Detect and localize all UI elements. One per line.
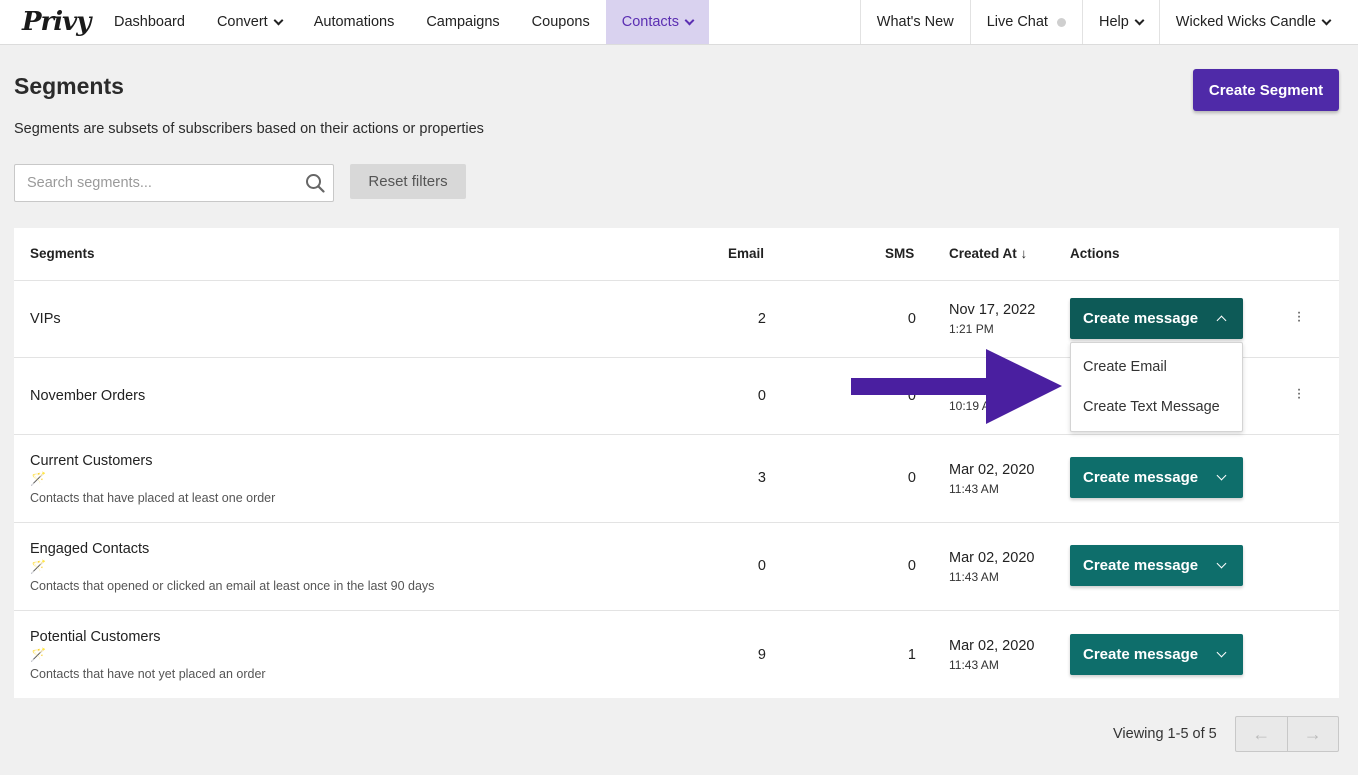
- create-message-button[interactable]: Create message: [1070, 457, 1243, 498]
- segment-description: Contacts that opened or clicked an email…: [30, 579, 435, 593]
- email-count: 9: [757, 647, 766, 663]
- search-input[interactable]: [15, 165, 285, 201]
- email-count: 0: [757, 558, 766, 574]
- magic-wand-icon: 🪄: [30, 471, 47, 486]
- created-date: Mar 02, 2020: [949, 550, 1035, 566]
- created-date: Mar 02, 2020: [949, 462, 1035, 478]
- create-message-label: Create message: [1083, 557, 1199, 574]
- chevron-down-icon: [1134, 15, 1145, 25]
- segment-name[interactable]: Potential Customers: [30, 629, 161, 645]
- segment-name[interactable]: Engaged Contacts: [30, 541, 149, 557]
- chevron-down-icon: [1216, 470, 1227, 481]
- segment-name[interactable]: VIPs: [30, 311, 61, 327]
- page-title: Segments: [14, 73, 124, 99]
- sms-count: 0: [907, 470, 916, 486]
- column-header-actions: Actions: [1070, 246, 1120, 261]
- magic-wand-icon: 🪄: [30, 647, 47, 662]
- arrow-left-icon: ←: [1252, 723, 1271, 744]
- nav-convert[interactable]: Convert: [201, 0, 298, 44]
- pagination-summary: Viewing 1-5 of 5: [1113, 726, 1217, 742]
- magic-wand-icon: 🪄: [30, 559, 47, 574]
- nav-convert-label: Convert: [216, 14, 268, 30]
- chevron-down-icon: [1321, 15, 1332, 25]
- create-message-button[interactable]: Create message: [1070, 634, 1243, 675]
- nav-help[interactable]: Help: [1081, 0, 1159, 44]
- create-message-label: Create message: [1083, 469, 1199, 486]
- create-message-button[interactable]: Create message: [1070, 298, 1243, 339]
- nav-help-label: Help: [1098, 14, 1129, 30]
- table-row[interactable]: Current Customers 🪄 Contacts that have p…: [14, 435, 1339, 523]
- create-segment-button[interactable]: Create Segment: [1193, 69, 1339, 111]
- nav-whats-new-label: What's New: [876, 14, 954, 30]
- segments-table: Segments Email SMS Created At ↓ Actions …: [14, 228, 1339, 698]
- status-dot-icon: [1056, 17, 1066, 27]
- email-count: 2: [757, 311, 766, 327]
- chevron-down-icon: [1216, 558, 1227, 569]
- nav-contacts-label: Contacts: [621, 14, 679, 30]
- created-time: 11:43 AM: [949, 570, 999, 584]
- column-header-segments[interactable]: Segments: [30, 246, 95, 261]
- privy-logo[interactable]: Privy: [0, 0, 98, 44]
- segment-description: Contacts that have not yet placed an ord…: [30, 667, 266, 681]
- chevron-down-icon: [684, 15, 695, 25]
- create-message-dropdown: Create Email Create Text Message: [1070, 342, 1243, 432]
- chevron-up-icon: [1216, 315, 1227, 326]
- nav-right-group: What's New Live Chat Help Wicked Wicks C…: [859, 0, 1358, 44]
- create-message-label: Create message: [1083, 646, 1199, 663]
- column-header-sms[interactable]: SMS: [885, 246, 914, 261]
- nav-campaigns[interactable]: Campaigns: [410, 0, 515, 44]
- column-header-created-at[interactable]: Created At ↓: [949, 246, 1027, 261]
- arrow-right-icon: →: [1303, 723, 1322, 744]
- table-row[interactable]: Engaged Contacts 🪄 Contacts that opened …: [14, 523, 1339, 611]
- search-icon[interactable]: [305, 173, 325, 193]
- create-text-message-option[interactable]: Create Text Message: [1083, 399, 1220, 415]
- page-subtitle: Segments are subsets of subscribers base…: [14, 121, 484, 137]
- segment-description: Contacts that have placed at least one o…: [30, 491, 276, 505]
- created-time: 11:43 AM: [949, 482, 999, 496]
- nav-account[interactable]: Wicked Wicks Candle: [1158, 0, 1358, 44]
- segment-name[interactable]: Current Customers: [30, 453, 152, 469]
- create-email-option[interactable]: Create Email: [1083, 359, 1167, 375]
- nav-dashboard[interactable]: Dashboard: [98, 0, 201, 44]
- created-time: 11:43 AM: [949, 658, 999, 672]
- create-message-button[interactable]: Create message: [1070, 545, 1243, 586]
- nav-dashboard-label: Dashboard: [114, 14, 185, 30]
- nav-automations[interactable]: Automations: [298, 0, 411, 44]
- previous-page-button[interactable]: ←: [1236, 717, 1288, 751]
- nav-live-chat-label: Live Chat: [986, 14, 1048, 30]
- table-row[interactable]: Potential Customers 🪄 Contacts that have…: [14, 611, 1339, 698]
- nav-contacts[interactable]: Contacts: [605, 0, 709, 44]
- annotation-arrow-icon: [851, 349, 1062, 424]
- created-date: Nov 17, 2022: [949, 302, 1036, 318]
- chevron-down-icon: [1216, 647, 1227, 658]
- segment-name[interactable]: November Orders: [30, 388, 145, 404]
- pagination-controls: ← →: [1235, 716, 1339, 752]
- next-page-button[interactable]: →: [1288, 717, 1339, 751]
- created-date: Mar 02, 2020: [949, 638, 1035, 654]
- more-options-icon[interactable]: · · ·: [1296, 382, 1302, 406]
- more-options-icon[interactable]: · · ·: [1296, 305, 1302, 329]
- account-name: Wicked Wicks Candle: [1175, 14, 1316, 30]
- sms-count: 0: [907, 558, 916, 574]
- nav-coupons[interactable]: Coupons: [516, 0, 606, 44]
- sms-count: 1: [907, 647, 916, 663]
- created-time: 1:21 PM: [949, 322, 994, 336]
- reset-filters-button[interactable]: Reset filters: [350, 164, 466, 199]
- nav-campaigns-label: Campaigns: [426, 14, 500, 30]
- search-box: [14, 164, 334, 202]
- email-count: 3: [757, 470, 766, 486]
- chevron-down-icon: [273, 15, 284, 25]
- sms-count: 0: [907, 311, 916, 327]
- top-navigation: Privy Dashboard Convert Automations Camp…: [0, 0, 1358, 45]
- table-header: Segments Email SMS Created At ↓ Actions: [14, 228, 1339, 281]
- nav-live-chat[interactable]: Live Chat: [969, 0, 1082, 44]
- nav-automations-label: Automations: [313, 14, 395, 30]
- nav-whats-new[interactable]: What's New: [859, 0, 970, 44]
- email-count: 0: [757, 388, 766, 404]
- column-header-email[interactable]: Email: [728, 246, 764, 261]
- nav-coupons-label: Coupons: [531, 14, 590, 30]
- create-message-label: Create message: [1083, 310, 1199, 327]
